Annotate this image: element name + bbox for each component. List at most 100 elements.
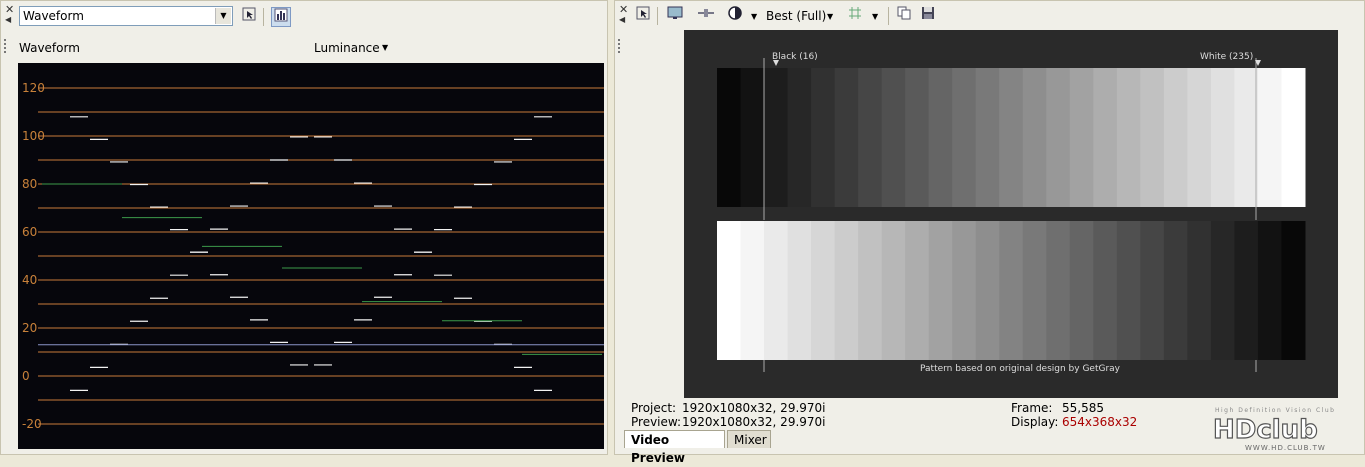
gray-step-bottom (858, 221, 883, 360)
gray-step-bottom (834, 221, 859, 360)
gray-step-bottom (1140, 221, 1165, 360)
gray-step-bottom (811, 221, 836, 360)
y-axis-tick-label: 80 (22, 177, 37, 191)
chevron-down-icon[interactable]: ▼ (827, 12, 833, 21)
svg-text:High Definition Vision Club: High Definition Vision Club (1215, 407, 1335, 414)
gray-step-top (1116, 68, 1141, 207)
gray-step-bottom (1116, 221, 1141, 360)
scope-mode-dropdown[interactable]: Luminance (314, 41, 380, 55)
y-axis-tick-label: 60 (22, 225, 37, 239)
chevron-down-icon[interactable]: ▼ (382, 43, 388, 52)
svg-text:WWW.HD.CLUB.TW: WWW.HD.CLUB.TW (1245, 444, 1326, 452)
preview-value: 1920x1080x32, 29.970i (682, 415, 826, 429)
gray-step-top (1281, 68, 1306, 207)
scope-type-value: Waveform (23, 9, 84, 23)
update-scopes-button[interactable] (271, 7, 291, 27)
split-view-icon (698, 9, 714, 17)
preview-properties-button[interactable] (633, 6, 653, 26)
y-axis-tick-label: 120 (22, 81, 45, 95)
pattern-caption: Pattern based on original design by GetG… (920, 364, 1121, 374)
frame-label: Frame: (1011, 401, 1053, 415)
gray-step-top (999, 68, 1024, 207)
y-axis-tick-label: 20 (22, 321, 37, 335)
preview-quality-dropdown[interactable]: Best (Full) (766, 9, 826, 23)
collapse-left-icon[interactable]: ◀ (619, 15, 625, 24)
gray-step-bottom (740, 221, 765, 360)
video-preview-frame: Black (16) White (235) Pattern based on … (684, 30, 1338, 398)
gray-step-top (834, 68, 859, 207)
y-axis-tick-label: 0 (22, 369, 30, 383)
gray-step-bottom (999, 221, 1024, 360)
collapse-left-icon[interactable]: ◀ (5, 15, 11, 24)
save-snapshot-button[interactable] (918, 6, 938, 26)
gray-step-bottom (952, 221, 977, 360)
gray-step-top (858, 68, 883, 207)
gray-step-top (928, 68, 953, 207)
waveform-scope: 120 100 80 60 40 20 0 -20 (18, 63, 604, 449)
gray-step-bottom (764, 221, 789, 360)
toolbar-separator (657, 7, 658, 25)
overlays-button[interactable] (725, 6, 745, 26)
gray-step-top (1022, 68, 1047, 207)
waveform-graph: 120 100 80 60 40 20 0 -20 (22, 81, 604, 431)
gray-step-bottom (717, 221, 742, 360)
scope-type-dropdown[interactable]: Waveform ▼ (19, 6, 233, 26)
display-label: Display: (1011, 415, 1059, 429)
gray-step-top (787, 68, 812, 207)
gray-step-top (1257, 68, 1282, 207)
dock-grip[interactable] (617, 37, 623, 55)
display-value: 654x368x32 (1062, 415, 1138, 429)
gray-step-top (1234, 68, 1259, 207)
gray-step-bottom (881, 221, 906, 360)
svg-text:HDclub: HDclub (1213, 415, 1318, 445)
cursor-icon (636, 6, 650, 20)
gray-step-top (811, 68, 836, 207)
gray-step-top (764, 68, 789, 207)
frame-value: 55,585 (1062, 401, 1104, 415)
tab-video-preview[interactable]: Video Preview (624, 430, 725, 465)
gray-step-bottom (1257, 221, 1282, 360)
project-label: Project: (631, 401, 677, 415)
external-monitor-button[interactable] (665, 6, 685, 26)
gray-step-top (1140, 68, 1165, 207)
dock-grip[interactable] (3, 37, 9, 55)
save-icon (922, 7, 934, 19)
chevron-down-icon[interactable]: ▼ (872, 12, 878, 21)
grid-icon (849, 7, 861, 19)
gray-step-top (1210, 68, 1235, 207)
cursor-icon (242, 7, 256, 21)
white-marker-label: White (235) (1200, 52, 1253, 62)
grid-button[interactable] (845, 6, 865, 26)
copy-snapshot-button[interactable] (894, 6, 914, 26)
gray-step-top (952, 68, 977, 207)
toolbar-separator (888, 7, 889, 25)
black-marker-label: Black (16) (772, 52, 818, 62)
gray-step-top (1046, 68, 1071, 207)
gray-step-bottom (905, 221, 930, 360)
gray-step-top (740, 68, 765, 207)
grayscale-test-pattern: Black (16) White (235) Pattern based on … (717, 52, 1306, 374)
y-axis-tick-label: 100 (22, 129, 45, 143)
gray-step-bottom (928, 221, 953, 360)
hdclub-watermark-logo: High Definition Vision Club HDclub WWW.H… (1205, 404, 1365, 452)
gray-step-top (975, 68, 1000, 207)
gray-step-top (1093, 68, 1118, 207)
scope-title: Waveform (19, 41, 80, 55)
overlay-icon (728, 6, 742, 20)
histogram-icon (274, 8, 288, 22)
gray-step-bottom (1022, 221, 1047, 360)
select-pointer-button[interactable] (239, 7, 259, 27)
split-screen-button[interactable] (696, 6, 716, 26)
gray-step-bottom (1281, 221, 1306, 360)
gray-step-bottom (1093, 221, 1118, 360)
gray-step-top (1187, 68, 1212, 207)
tab-mixer[interactable]: Mixer (727, 430, 771, 448)
gray-step-bottom (1069, 221, 1094, 360)
gray-step-top (717, 68, 742, 207)
y-axis-tick-label: 40 (22, 273, 37, 287)
gray-step-bottom (1210, 221, 1235, 360)
chevron-down-icon[interactable]: ▼ (215, 8, 231, 24)
chevron-down-icon[interactable]: ▼ (751, 12, 757, 21)
preview-label: Preview: (631, 415, 682, 429)
monitor-icon (667, 6, 683, 19)
